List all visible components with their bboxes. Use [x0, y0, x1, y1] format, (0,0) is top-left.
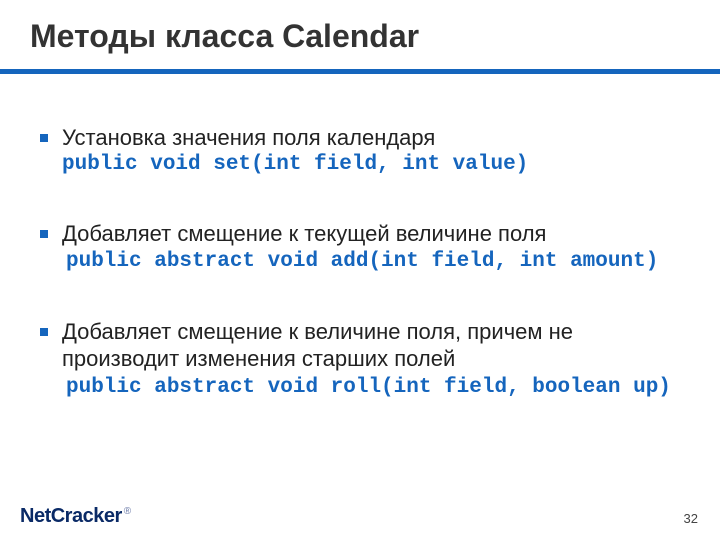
code-snippet: public void set(int field, int value) [36, 152, 690, 178]
bullet-item: Добавляет смещение к величине поля, прич… [36, 318, 690, 401]
slide: Методы класса Calendar Установка значени… [0, 0, 720, 540]
logo-text: NetCracker [20, 505, 122, 528]
registered-icon: ® [124, 506, 131, 517]
bullet-text: Установка значения поля календаря [36, 124, 690, 152]
logo-part1: Net [20, 505, 51, 527]
slide-title: Методы класса Calendar [30, 18, 690, 55]
logo-part2: Cracker [51, 505, 122, 527]
footer-logo: NetCracker ® [20, 505, 131, 528]
code-snippet: public abstract void roll(int field, boo… [36, 375, 690, 401]
bullet-item: Добавляет смещение к текущей величине по… [36, 220, 690, 276]
slide-body: Установка значения поля календаря public… [30, 74, 690, 401]
bullet-text: Добавляет смещение к величине поля, прич… [36, 318, 690, 373]
page-number: 32 [684, 511, 698, 526]
bullet-item: Установка значения поля календаря public… [36, 124, 690, 178]
bullet-text: Добавляет смещение к текущей величине по… [36, 220, 690, 248]
code-snippet: public abstract void add(int field, int … [36, 249, 690, 275]
